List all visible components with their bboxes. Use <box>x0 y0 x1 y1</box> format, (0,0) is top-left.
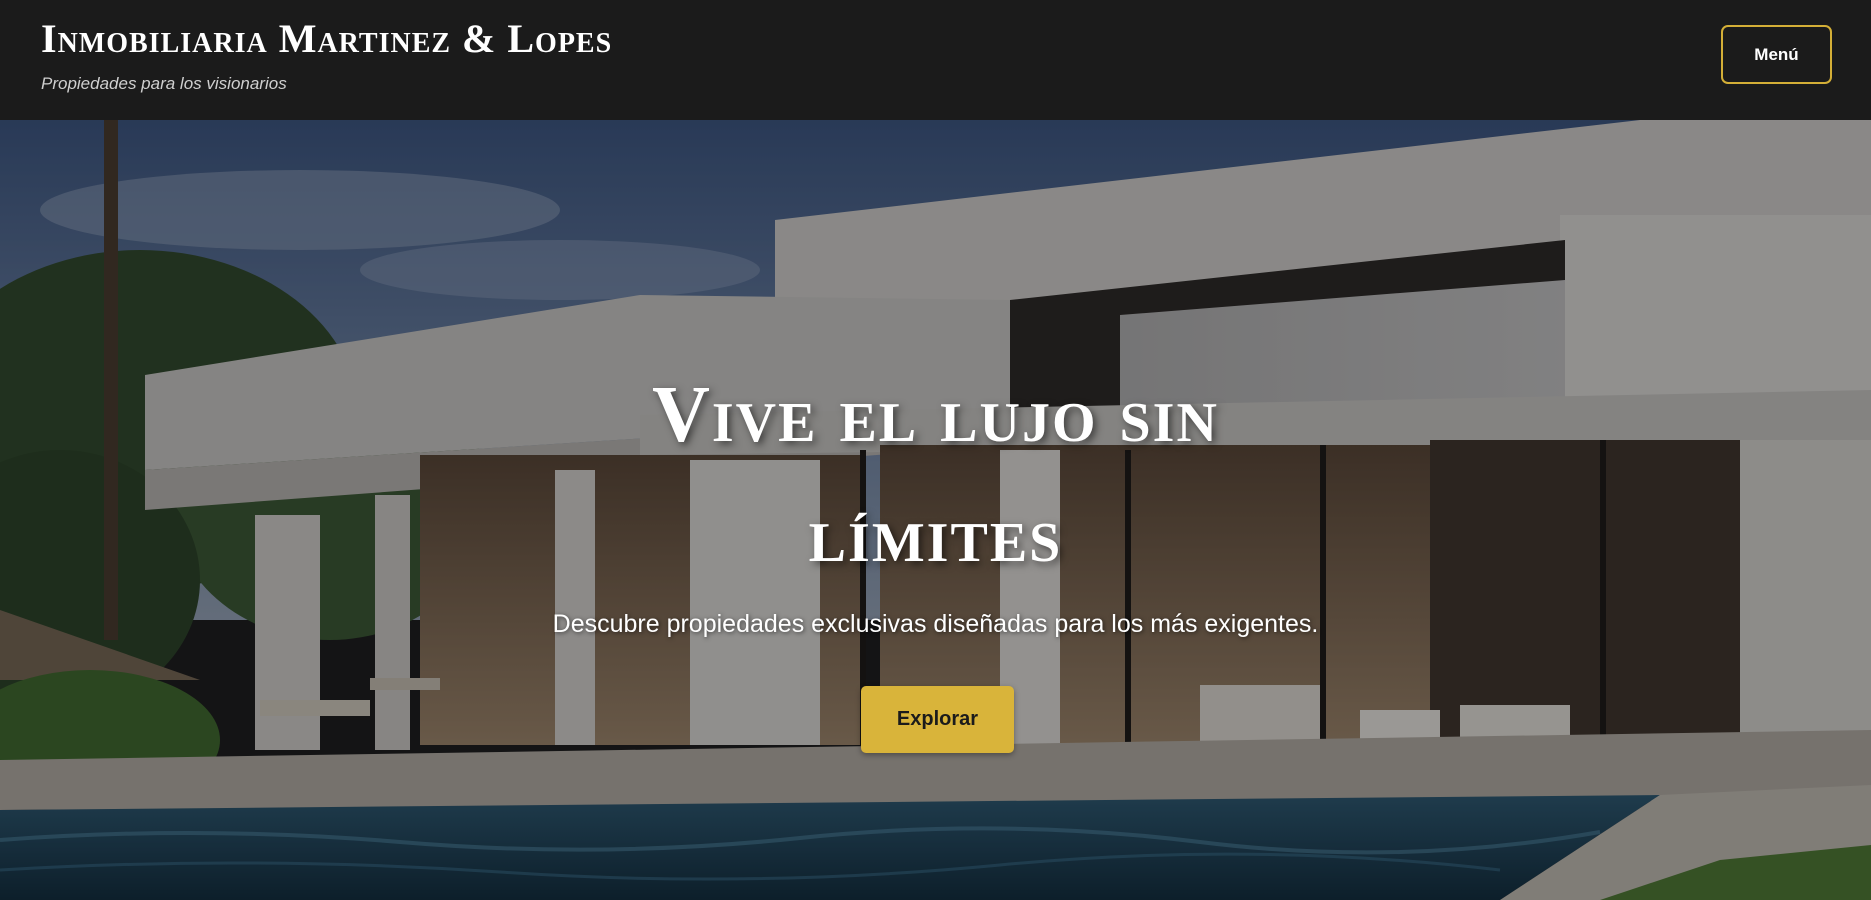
hero-subtitle: Descubre propiedades exclusivas diseñada… <box>552 610 1319 638</box>
brand: Inmobiliaria Martinez & Lopes Propiedade… <box>41 16 612 94</box>
menu-button[interactable]: Menú <box>1721 25 1832 84</box>
hero-title: Vive el lujo sin límites <box>652 371 1219 579</box>
brand-title[interactable]: Inmobiliaria Martinez & Lopes <box>41 16 612 62</box>
hero-content: Vive el lujo sin límites Descubre propie… <box>0 120 1871 900</box>
hero-section: Vive el lujo sin límites Descubre propie… <box>0 120 1871 900</box>
site-header: Inmobiliaria Martinez & Lopes Propiedade… <box>0 0 1871 120</box>
explore-button[interactable]: Explorar <box>861 686 1014 753</box>
brand-tagline: Propiedades para los visionarios <box>41 74 287 93</box>
